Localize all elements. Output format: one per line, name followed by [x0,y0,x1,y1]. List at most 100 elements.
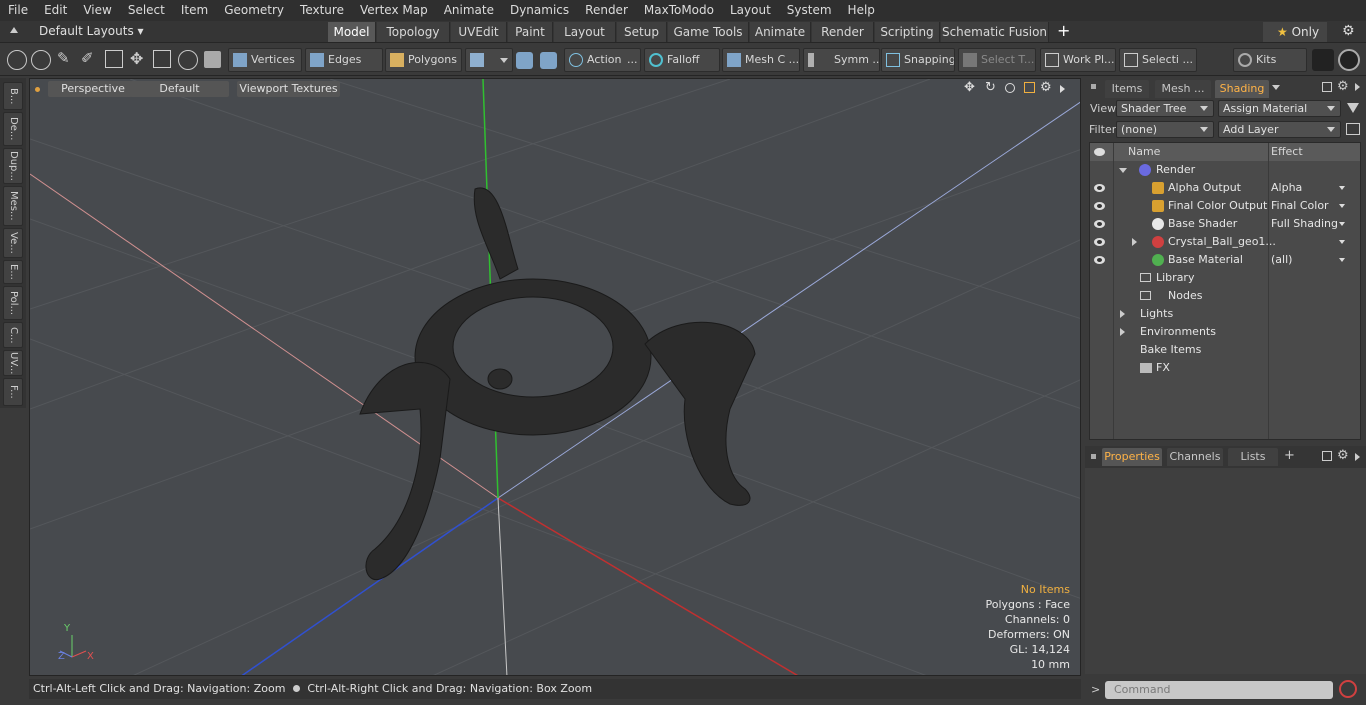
left-tab-vertex[interactable]: Ve... [3,228,23,258]
left-tab-basic[interactable]: B... [3,82,23,110]
left-tab-fusion[interactable]: F... [3,378,23,406]
tab-properties[interactable]: Properties [1102,448,1162,466]
menu-geometry[interactable]: Geometry [216,0,292,21]
add-panel-tab-button[interactable]: + [1284,448,1295,463]
left-tab-uv[interactable]: UV... [3,350,23,376]
layout-preset-dropdown[interactable]: Default Layouts ▾ [39,24,144,38]
row-effect-full-shading[interactable]: Full Shading [1271,215,1348,233]
visibility-eye-icon[interactable] [1094,256,1105,264]
tree-row-render[interactable]: Render [1090,161,1360,179]
scale-icon[interactable] [153,50,171,68]
align-icon[interactable] [105,50,123,68]
work-plane-button[interactable]: Work Pl... [1040,48,1116,72]
gear-icon[interactable]: ⚙ [1342,23,1355,39]
add-layer-dropdown[interactable]: Add Layer [1218,121,1341,138]
effect-dropdown-icon[interactable] [1339,186,1345,190]
tab-shading[interactable]: Shading [1215,80,1269,98]
mesh-constraint-button[interactable]: Mesh C ... [722,48,800,72]
rotate-icon[interactable]: ↻ [985,80,996,95]
tree-row-base-material[interactable]: Base Material (all) [1090,251,1360,269]
tree-row-bake-items[interactable]: Bake Items [1090,341,1360,359]
expand-closed-icon[interactable] [1120,328,1125,336]
vertices-button[interactable]: Vertices [228,48,302,72]
command-input[interactable]: Command [1105,681,1333,699]
menu-system[interactable]: System [779,0,840,21]
expand-closed-icon[interactable] [1132,238,1137,246]
effect-dropdown-icon[interactable] [1339,258,1345,262]
panel-gear-icon[interactable]: ⚙ [1337,79,1349,94]
menu-help[interactable]: Help [840,0,883,21]
unity-icon[interactable] [1312,49,1334,71]
viewport-textures-button[interactable]: Viewport Textures [237,81,340,97]
left-tab-mesh-edit[interactable]: Mes... [3,186,23,226]
tabs-dropdown-icon[interactable] [1272,85,1280,90]
record-icon[interactable] [1339,680,1357,698]
menu-texture[interactable]: Texture [292,0,352,21]
panel-menu-icon[interactable] [1355,83,1360,91]
select-circle-icon[interactable] [7,50,27,70]
select-through-button[interactable]: Select T... [958,48,1036,72]
menu-view[interactable]: View [75,0,119,21]
filter-funnel-icon[interactable] [1347,103,1359,113]
maximize-icon[interactable] [1024,82,1035,93]
properties-expand-icon[interactable] [1322,451,1332,461]
symmetry-icon[interactable] [516,52,533,69]
material-mode-dropdown[interactable] [465,48,513,72]
unreal-icon[interactable] [1338,49,1360,71]
tab-items[interactable]: Items [1105,80,1149,98]
falloff-button[interactable]: Falloff [644,48,720,72]
3d-viewport[interactable]: Y X Z Perspective Default Viewport Textu… [29,78,1081,676]
effect-dropdown-icon[interactable] [1339,222,1345,226]
tab-setup[interactable]: Setup [617,22,667,42]
add-tab-button[interactable]: + [1057,21,1070,40]
properties-gear-icon[interactable]: ⚙ [1337,448,1349,463]
tree-row-base-shader[interactable]: Base Shader Full Shading [1090,215,1360,233]
polygons-button[interactable]: Polygons [385,48,462,72]
left-tab-edge[interactable]: E... [3,260,23,284]
kits-button[interactable]: Kits [1233,48,1307,72]
visibility-eye-icon[interactable] [1094,220,1105,228]
brush-icon[interactable]: ✐ [81,49,94,67]
tree-row-fx[interactable]: FX [1090,359,1360,377]
tab-layout[interactable]: Layout [554,22,616,42]
tab-paint[interactable]: Paint [508,22,553,42]
left-tab-polygon[interactable]: Pol... [3,286,23,320]
tab-animate[interactable]: Animate [750,22,811,42]
layout-expand-icon[interactable] [10,27,18,33]
menu-dynamics[interactable]: Dynamics [502,0,577,21]
expand-closed-icon[interactable] [1120,310,1125,318]
properties-menu-icon[interactable] [1355,453,1360,461]
view-mode-perspective[interactable]: Perspective [48,81,138,97]
action-center-button[interactable]: Action... [564,48,641,72]
visibility-eye-icon[interactable] [1094,184,1105,192]
pen-icon[interactable]: ✎ [57,49,70,67]
left-tab-duplicate[interactable]: Dup... [3,148,23,184]
menu-maxtomodo[interactable]: MaxToModo [636,0,722,21]
tab-topology[interactable]: Topology [377,22,450,42]
tree-row-crystal-ball[interactable]: Crystal_Ball_geo1... [1090,233,1360,251]
snap-view-icon[interactable] [540,52,557,69]
symmetry-button[interactable]: Symm ... [803,48,880,72]
effect-dropdown-icon[interactable] [1339,240,1345,244]
tab-scripting[interactable]: Scripting [875,22,940,42]
row-effect-final-color[interactable]: Final Color [1271,197,1348,215]
viewport-menu-arrow-icon[interactable] [1060,85,1065,93]
menu-vertex-map[interactable]: Vertex Map [352,0,436,21]
item-mode-icon[interactable] [204,51,221,68]
visibility-eye-icon[interactable] [1094,202,1105,210]
tree-row-alpha-output[interactable]: Alpha Output Alpha [1090,179,1360,197]
menu-edit[interactable]: Edit [36,0,75,21]
tab-model[interactable]: Model [328,22,376,42]
tab-channels[interactable]: Channels [1167,448,1223,466]
move-grid-icon[interactable]: ✥ [130,49,143,68]
edges-button[interactable]: Edges [305,48,383,72]
viewport-canvas[interactable]: Y X Z [30,79,1081,676]
panel-expand-icon[interactable] [1322,82,1332,92]
tab-render[interactable]: Render [812,22,874,42]
menu-select[interactable]: Select [120,0,173,21]
tab-uvedit[interactable]: UVEdit [451,22,507,42]
effect-dropdown-icon[interactable] [1339,204,1345,208]
tab-schematic-fusion[interactable]: Schematic Fusion [941,22,1049,42]
tab-mesh[interactable]: Mesh ... [1155,80,1211,98]
menu-file[interactable]: File [0,0,36,21]
